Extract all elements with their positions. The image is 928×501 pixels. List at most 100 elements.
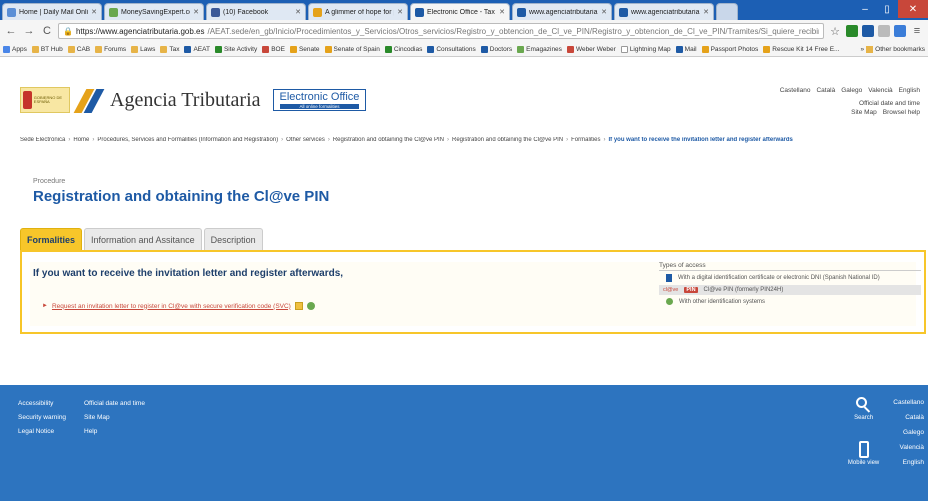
close-icon[interactable]: ✕ [397, 8, 403, 16]
close-icon[interactable]: ✕ [91, 8, 97, 16]
footer-link[interactable]: Help [84, 425, 145, 439]
folder-icon [131, 45, 139, 53]
lang-castellano[interactable]: Castellano [893, 395, 924, 410]
request-invitation-link[interactable]: ► Request an invitation letter to regist… [42, 302, 315, 310]
bookmark[interactable]: Rescue Kit 14 Free E... [763, 45, 839, 53]
footer-link[interactable]: Security warning [18, 411, 66, 425]
breadcrumb-item[interactable]: Formalities [571, 137, 600, 143]
bookmark[interactable]: BT Hub [31, 45, 63, 53]
bookmark[interactable]: Weber Weber [566, 45, 616, 53]
request-link-text[interactable]: Request an invitation letter to register… [52, 303, 291, 310]
bookmark[interactable]: Lightning Map [620, 45, 671, 53]
bookmark[interactable]: Senate [289, 45, 320, 53]
access-types-title: Types of access [659, 262, 921, 271]
folder-icon [67, 45, 75, 53]
footer-link[interactable]: Official date and time [84, 397, 145, 411]
lang-english[interactable]: English [899, 87, 920, 94]
browser-tab[interactable]: Home | Daily Mail Online✕ [2, 3, 102, 20]
lock-icon: 🔒 [63, 26, 73, 36]
close-icon[interactable]: ✕ [193, 8, 199, 16]
bookmark[interactable]: BOE [262, 45, 285, 53]
bookmark[interactable]: AEAT [184, 45, 210, 53]
folder-icon [31, 45, 39, 53]
restore-icon[interactable]: ▯ [876, 0, 898, 18]
reload-icon[interactable]: C [40, 24, 54, 38]
browser-tab[interactable]: www.agenciatributaria.es✕ [614, 3, 714, 20]
lang-castellano[interactable]: Castellano [780, 87, 811, 94]
browser-help-link[interactable]: Browsel help [883, 108, 920, 117]
site-logo[interactable]: GOBIERNO DE ESPAÑA Agencia Tributaria El… [20, 87, 367, 113]
footer-link[interactable]: Legal Notice [18, 425, 66, 439]
breadcrumb-item[interactable]: Procedures, Services and Formalities (In… [97, 137, 278, 143]
mobile-view-button[interactable]: Mobile view [848, 441, 879, 466]
favicon-icon [324, 45, 332, 53]
close-icon[interactable]: ✕ [295, 8, 301, 16]
lang-valencia[interactable]: Valencià [893, 440, 924, 455]
lang-valencia[interactable]: Valencià [868, 87, 892, 94]
extension-icon[interactable] [894, 25, 906, 37]
favicon-icon [480, 45, 488, 53]
url-path: /AEAT.sede/en_gb/Inicio/Procedimientos_y… [207, 26, 819, 36]
star-icon[interactable]: ☆ [828, 24, 842, 38]
tab-information[interactable]: Information and Assitance [84, 228, 202, 250]
official-date-link[interactable]: Official date and time [851, 99, 920, 108]
favicon-icon [184, 45, 192, 53]
bookmark[interactable]: Apps [3, 45, 27, 53]
bookmark[interactable]: CAB [67, 45, 90, 53]
bookmark[interactable]: Consultations [427, 45, 476, 53]
bookmark[interactable]: Emagazines [517, 45, 562, 53]
breadcrumb-item[interactable]: Other services [286, 137, 325, 143]
bookmark[interactable]: Doctors [480, 45, 512, 53]
bookmark[interactable]: Cincodias [384, 45, 422, 53]
menu-icon[interactable]: ≡ [910, 24, 924, 38]
tab-formalities[interactable]: Formalities [20, 228, 83, 250]
window-close-icon[interactable]: ✕ [898, 0, 928, 18]
lang-catala[interactable]: Català [816, 87, 835, 94]
extension-icon[interactable] [862, 25, 874, 37]
bookmark[interactable]: Site Activity [214, 45, 257, 53]
extension-icon[interactable] [878, 25, 890, 37]
favicon-icon [566, 45, 574, 53]
bookmark[interactable]: Laws [131, 45, 155, 53]
minimize-icon[interactable]: – [854, 0, 876, 18]
browser-tab[interactable]: (10) Facebook ✕ [206, 3, 306, 20]
browser-tab[interactable]: www.agenciatributaria.es✕ [512, 3, 612, 20]
close-icon[interactable]: ✕ [499, 8, 505, 16]
tab-description[interactable]: Description [203, 228, 263, 250]
bookmark[interactable]: Forums [95, 45, 126, 53]
new-tab-button[interactable] [716, 3, 738, 20]
close-icon[interactable]: ✕ [601, 8, 607, 16]
browser-tab-active[interactable]: Electronic Office - Tax Ag✕ [410, 3, 510, 20]
footer-link[interactable]: Site Map [84, 411, 145, 425]
lang-galego[interactable]: Galego [841, 87, 862, 94]
breadcrumb-item[interactable]: Sede Electrónica [20, 137, 65, 143]
breadcrumb-item[interactable]: Registration and obtaining the Cl@ve PIN [452, 137, 563, 143]
browser-tab[interactable]: A glimmer of hope for pr ✕ [308, 3, 408, 20]
lang-catala[interactable]: Català [893, 410, 924, 425]
lang-english[interactable]: English [893, 455, 924, 470]
pin-icon [294, 302, 303, 310]
other-bookmarks[interactable]: » Other bookmarks [861, 45, 925, 53]
lang-galego[interactable]: Galego [893, 425, 924, 440]
browser-tab[interactable]: MoneySavingExpert.com✕ [104, 3, 204, 20]
mail-icon [675, 45, 683, 53]
close-icon[interactable]: ✕ [703, 8, 709, 16]
site-map-link[interactable]: Site Map [851, 108, 877, 117]
electronic-office-badge[interactable]: Electronic Office All online formalities [272, 89, 367, 111]
breadcrumb-item[interactable]: Home [73, 137, 89, 143]
footer-link[interactable]: Accessibility [18, 397, 66, 411]
breadcrumb-item[interactable]: Registration and obtaining the Cl@ve PIN [333, 137, 444, 143]
search-button[interactable]: Search [848, 397, 879, 421]
bookmark[interactable]: Passport Photos [701, 45, 758, 53]
extension-icon[interactable] [846, 25, 858, 37]
forward-icon[interactable]: → [22, 24, 36, 38]
favicon-icon [763, 45, 771, 53]
bookmark[interactable]: Senate of Spain [324, 45, 380, 53]
back-icon[interactable]: ← [4, 24, 18, 38]
address-bar[interactable]: 🔒 https://www.agenciatributaria.gob.es/A… [58, 23, 824, 39]
apps-icon [3, 45, 10, 53]
url-host: https://www.agenciatributaria.gob.es [75, 26, 205, 36]
bookmark[interactable]: Mail [675, 45, 697, 53]
bookmark[interactable]: Tax [160, 45, 179, 53]
favicon-icon [619, 7, 628, 17]
